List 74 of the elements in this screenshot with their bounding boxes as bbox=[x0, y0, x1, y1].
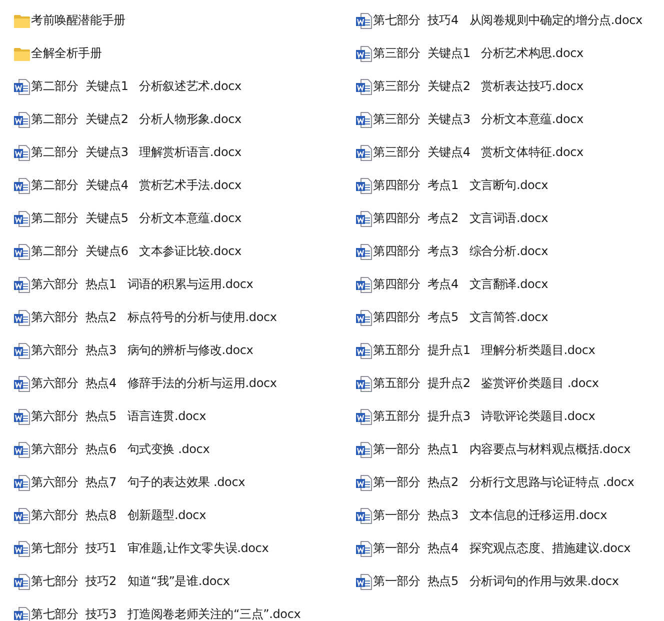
file-name[interactable]: 第五部分 提升点3 诗歌评论类题目.docx bbox=[373, 408, 596, 425]
word-document-icon bbox=[356, 276, 372, 292]
file-name[interactable]: 第一部分 热点5 分析词句的作用与效果.docx bbox=[373, 573, 619, 590]
file-name[interactable]: 第七部分 技巧3 打造阅卷老师关注的“三点”.docx bbox=[31, 606, 301, 621]
word-document-icon bbox=[356, 442, 372, 458]
word-document-icon bbox=[14, 442, 30, 458]
file-name[interactable]: 第四部分 考点1 文言断句.docx bbox=[373, 177, 548, 194]
file-name[interactable]: 第四部分 考点4 文言翻译.docx bbox=[373, 276, 548, 293]
file-name[interactable]: 第三部分 关键点2 赏析表达技巧.docx bbox=[373, 78, 584, 95]
word-document-icon bbox=[14, 178, 30, 194]
file-name[interactable]: 第二部分 关键点2 分析人物形象.docx bbox=[31, 111, 242, 128]
word-document-icon bbox=[356, 310, 372, 326]
word-document-icon bbox=[356, 78, 372, 94]
file-name[interactable]: 第六部分 热点3 病句的辨析与修改.docx bbox=[31, 342, 254, 359]
word-document-icon bbox=[356, 46, 372, 62]
file-name[interactable]: 第六部分 热点7 句子的表达效果 .docx bbox=[31, 474, 245, 491]
file-name[interactable]: 第六部分 热点1 词语的积累与运用.docx bbox=[31, 276, 254, 293]
word-document-icon bbox=[14, 310, 30, 326]
word-document-icon bbox=[356, 376, 372, 392]
word-document-icon bbox=[356, 244, 372, 260]
word-document-icon bbox=[356, 474, 372, 490]
word-document-icon bbox=[356, 144, 372, 160]
word-document-icon bbox=[14, 606, 30, 621]
file-name[interactable]: 第四部分 考点5 文言简答.docx bbox=[373, 309, 548, 326]
word-document-icon bbox=[14, 376, 30, 392]
file-name[interactable]: 第二部分 关键点3 理解赏析语言.docx bbox=[31, 144, 242, 161]
file-name[interactable]: 第七部分 技巧1 审准题,让作文零失误.docx bbox=[31, 540, 269, 557]
file-name[interactable]: 第六部分 热点2 标点符号的分析与使用.docx bbox=[31, 309, 277, 326]
word-document-icon bbox=[356, 508, 372, 524]
word-document-icon bbox=[14, 574, 30, 590]
word-document-icon bbox=[356, 112, 372, 128]
word-document-icon bbox=[14, 540, 30, 556]
word-document-icon bbox=[356, 210, 372, 226]
file-name[interactable]: 第五部分 提升点2 鉴赏评价类题目 .docx bbox=[373, 375, 599, 392]
word-document-icon bbox=[14, 210, 30, 226]
file-name[interactable]: 第二部分 关键点6 文本参证比较.docx bbox=[31, 243, 242, 260]
word-document-icon bbox=[356, 178, 372, 194]
file-name[interactable]: 第六部分 热点8 创新题型.docx bbox=[31, 507, 206, 524]
word-document-icon bbox=[14, 244, 30, 260]
file-name[interactable]: 第一部分 热点3 文本信息的迁移运用.docx bbox=[373, 507, 607, 524]
word-document-icon bbox=[356, 342, 372, 358]
file-name[interactable]: 第六部分 热点4 修辞手法的分析与运用.docx bbox=[31, 375, 277, 392]
file-name[interactable]: 第六部分 热点5 语言连贯.docx bbox=[31, 408, 206, 425]
file-name[interactable]: 考前唤醒潜能手册 bbox=[31, 12, 126, 29]
word-document-icon bbox=[356, 408, 372, 424]
word-document-icon bbox=[356, 574, 372, 590]
word-document-icon bbox=[14, 112, 30, 128]
folder-icon bbox=[14, 14, 30, 28]
word-document-icon bbox=[14, 342, 30, 358]
file-name[interactable]: 第一部分 热点4 探究观点态度、措施建议.docx bbox=[373, 540, 631, 557]
word-document-icon bbox=[14, 78, 30, 94]
file-name[interactable]: 第三部分 关键点3 分析文本意蕴.docx bbox=[373, 111, 584, 128]
file-name[interactable]: 第四部分 考点2 文言词语.docx bbox=[373, 210, 548, 227]
word-document-icon bbox=[14, 508, 30, 524]
word-document-icon bbox=[14, 276, 30, 292]
file-name[interactable]: 第二部分 关键点1 分析叙述艺术.docx bbox=[31, 78, 242, 95]
folder-icon bbox=[14, 46, 30, 60]
file-name[interactable]: 全解全析手册 bbox=[31, 45, 102, 62]
file-name[interactable]: 第一部分 热点1 内容要点与材料观点概括.docx bbox=[373, 441, 631, 458]
file-name[interactable]: 第七部分 技巧4 从阅卷规则中确定的增分点.docx bbox=[373, 12, 642, 29]
file-name[interactable]: 第五部分 提升点1 理解分析类题目.docx bbox=[373, 342, 596, 359]
word-document-icon bbox=[356, 540, 372, 556]
file-name[interactable]: 第二部分 关键点4 赏析艺术手法.docx bbox=[31, 177, 242, 194]
file-name[interactable]: 第三部分 关键点4 赏析文体特征.docx bbox=[373, 144, 584, 161]
file-name[interactable]: 第三部分 关键点1 分析艺术构思.docx bbox=[373, 45, 584, 62]
file-name[interactable]: 第六部分 热点6 句式变换 .docx bbox=[31, 441, 210, 458]
word-document-icon bbox=[14, 474, 30, 490]
word-document-icon bbox=[356, 12, 372, 28]
file-name[interactable]: 第一部分 热点2 分析行文思路与论证特点 .docx bbox=[373, 474, 634, 491]
file-name[interactable]: 第二部分 关键点5 分析文本意蕴.docx bbox=[31, 210, 242, 227]
word-document-icon bbox=[14, 408, 30, 424]
file-name[interactable]: 第七部分 技巧2 知道“我”是谁.docx bbox=[31, 573, 230, 590]
word-document-icon bbox=[14, 144, 30, 160]
file-name[interactable]: 第四部分 考点3 综合分析.docx bbox=[373, 243, 548, 260]
